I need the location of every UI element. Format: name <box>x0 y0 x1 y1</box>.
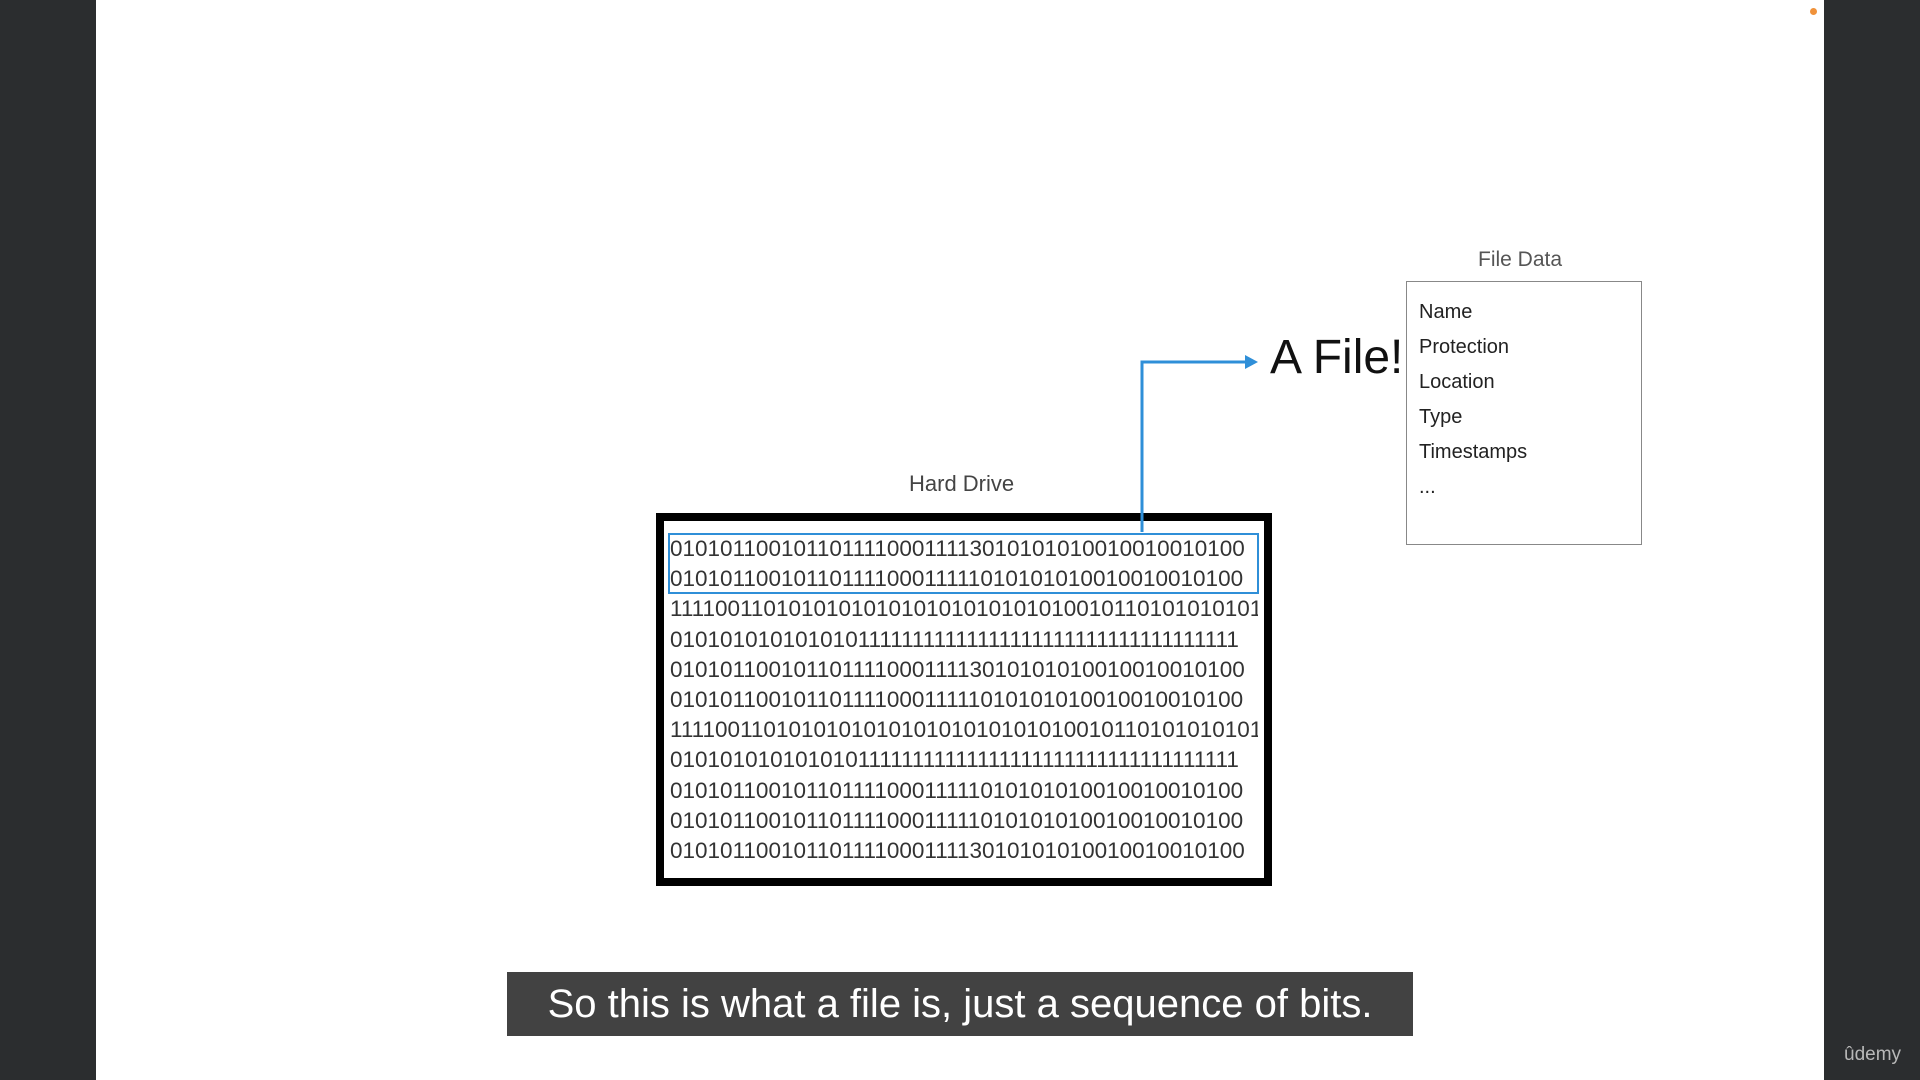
recording-indicator <box>1810 8 1817 15</box>
file-data-item: Type <box>1419 406 1463 428</box>
bit-row: 0101011001011011110001111101010101001001… <box>670 686 1244 712</box>
file-data-item: Location <box>1419 371 1495 393</box>
bit-row: 0101011001011011110001111301010101001001… <box>670 656 1245 682</box>
file-data-item: ... <box>1419 476 1436 498</box>
file-data-item: Timestamps <box>1419 441 1528 463</box>
bit-row: 0101010101010101111111111111111111111111… <box>670 626 1239 652</box>
bit-row: 0101011001011011110001111301010101001001… <box>670 837 1245 863</box>
bit-row: 0101010101010101111111111111111111111111… <box>670 747 1239 773</box>
file-label: A File! <box>1270 331 1404 384</box>
hard-drive-label: Hard Drive <box>909 471 1015 496</box>
video-player[interactable]: Hard Drive 01010110010110111100011113010… <box>0 0 1920 1080</box>
bit-row: 0101011001011011110001111101010101001001… <box>670 777 1244 803</box>
bit-row: 1111001101010101010101010101010100101101… <box>670 596 1258 622</box>
file-data-item: Protection <box>1419 336 1510 358</box>
bit-row: 0101011001011011110001111101010101001001… <box>670 807 1244 833</box>
bit-row: 1111001101010101010101010101010100101101… <box>670 717 1258 743</box>
video-subtitle: So this is what a file is, just a sequen… <box>507 972 1413 1036</box>
udemy-logo: ûdemy <box>1844 1044 1902 1065</box>
file-highlight-box <box>668 533 1259 594</box>
file-data-item: Name <box>1419 301 1473 323</box>
file-data-title: File Data <box>1478 248 1563 271</box>
